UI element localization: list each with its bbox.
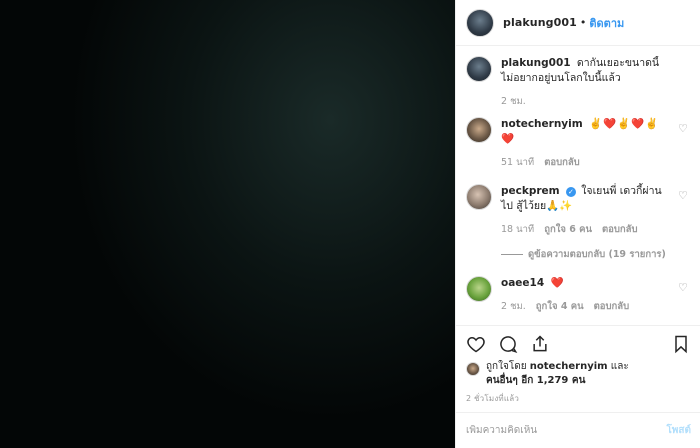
post-header: plakung001 • ติดตาม (456, 0, 700, 46)
likes-and: และ (610, 361, 629, 372)
heart-icon[interactable] (464, 332, 488, 356)
comment-body: peckprem ✓ ใจเยนพี่ เดวกี้ผ่านไป สู้ไว้ย… (501, 184, 691, 262)
author-avatar[interactable] (466, 8, 494, 37)
caption-text-line: plakung001 ดากันเยอะขนาดนี้ ไม่อยากอยู่บ… (501, 56, 669, 86)
comment-like-icon[interactable]: ♡ (678, 282, 689, 293)
comment-icon[interactable] (496, 332, 520, 356)
reply-button[interactable]: ตอบกลับ (602, 222, 638, 237)
comment-meta: 51 นาที ตอบกลับ (501, 155, 669, 170)
follow-button[interactable]: ติดตาม (589, 14, 624, 32)
post-comment-button[interactable]: โพสต์ (666, 423, 691, 438)
share-icon[interactable] (528, 332, 552, 356)
comment-text-line: notechernyim ✌️❤️✌️❤️✌️❤️ (501, 117, 669, 147)
replies-divider (501, 254, 523, 255)
comment-item: oaee14 ❤️ 2 ชม. ถูกใจ 4 คน ตอบกลับ ♡ (456, 276, 700, 314)
comment-input[interactable] (466, 425, 667, 436)
bookmark-icon[interactable] (669, 332, 693, 356)
comment-meta: 2 ชม. ถูกใจ 4 คน ตอบกลับ (501, 299, 669, 314)
comment-body: oaee14 ❤️ 2 ชม. ถูกใจ 4 คน ตอบกลับ (501, 276, 691, 314)
comment-time[interactable]: 18 นาที (501, 222, 534, 237)
comment-time[interactable]: 51 นาที (501, 155, 534, 170)
post-photo[interactable] (0, 0, 455, 448)
post-actions (456, 325, 700, 361)
caption-body: plakung001 ดากันเยอะขนาดนี้ ไม่อยากอยู่บ… (501, 56, 691, 109)
comment-like-icon[interactable]: ♡ (678, 123, 689, 134)
comment-username[interactable]: notechernyim (501, 118, 583, 130)
comment-time[interactable]: 2 ชม. (501, 299, 526, 314)
verified-badge-icon: ✓ (565, 187, 576, 197)
comment-username[interactable]: oaee14 (501, 277, 544, 289)
view-replies-button[interactable]: ดูข้อความตอบกลับ (19 รายการ) (501, 247, 669, 262)
caption: plakung001 ดากันเยอะขนาดนี้ ไม่อยากอยู่บ… (456, 56, 700, 109)
comment-username[interactable]: peckprem (501, 185, 560, 197)
likes-prefix: ถูกใจโดย (486, 361, 527, 372)
comment-meta: 18 นาที ถูกใจ 6 คน ตอบกลับ (501, 222, 669, 237)
post-timestamp[interactable]: 2 ชั่วโมงที่แล้ว (466, 392, 519, 405)
commenter-avatar[interactable] (466, 276, 492, 302)
comment-text: ❤️ (550, 277, 565, 289)
likes-summary: ถูกใจโดย notechernyim และ คนอื่นๆ อีก 1,… (466, 360, 696, 388)
add-comment-bar: โพสต์ (456, 412, 700, 448)
comment-body: notechernyim ✌️❤️✌️❤️✌️❤️ 51 นาที ตอบกลั… (501, 117, 691, 170)
header-separator: • (579, 16, 587, 29)
reply-button[interactable]: ตอบกลับ (544, 155, 580, 170)
comment-likes-count[interactable]: ถูกใจ 4 คน (536, 299, 584, 314)
likes-text: ถูกใจโดย notechernyim และ คนอื่นๆ อีก 1,… (486, 360, 629, 388)
caption-username[interactable]: plakung001 (501, 57, 571, 69)
caption-time[interactable]: 2 ชม. (501, 94, 526, 109)
commenter-avatar[interactable] (466, 117, 492, 143)
author-username[interactable]: plakung001 (503, 16, 577, 29)
comment-likes-count[interactable]: ถูกใจ 6 คน (544, 222, 592, 237)
caption-avatar[interactable] (466, 56, 492, 82)
liker-avatar[interactable] (466, 362, 480, 376)
post-side-panel: plakung001 • ติดตาม plakung001 ดากันเยอะ… (455, 0, 700, 448)
comment-text-line: peckprem ✓ ใจเยนพี่ เดวกี้ผ่านไป สู้ไว้ย… (501, 184, 669, 214)
comment-item: notechernyim ✌️❤️✌️❤️✌️❤️ 51 นาที ตอบกลั… (456, 117, 700, 170)
likes-others-link[interactable]: คนอื่นๆ อีก 1,279 คน (486, 375, 585, 386)
comment-like-icon[interactable]: ♡ (678, 190, 689, 201)
comment-text-line: oaee14 ❤️ (501, 276, 669, 291)
liker-username[interactable]: notechernyim (530, 361, 608, 372)
comment-item: peckprem ✓ ใจเยนพี่ เดวกี้ผ่านไป สู้ไว้ย… (456, 184, 700, 262)
caption-meta: 2 ชม. (501, 94, 669, 109)
reply-button[interactable]: ตอบกลับ (594, 299, 630, 314)
view-replies-label: ดูข้อความตอบกลับ (19 รายการ) (528, 249, 666, 260)
commenter-avatar[interactable] (466, 184, 492, 210)
comments-list[interactable]: plakung001 ดากันเยอะขนาดนี้ ไม่อยากอยู่บ… (456, 56, 700, 324)
